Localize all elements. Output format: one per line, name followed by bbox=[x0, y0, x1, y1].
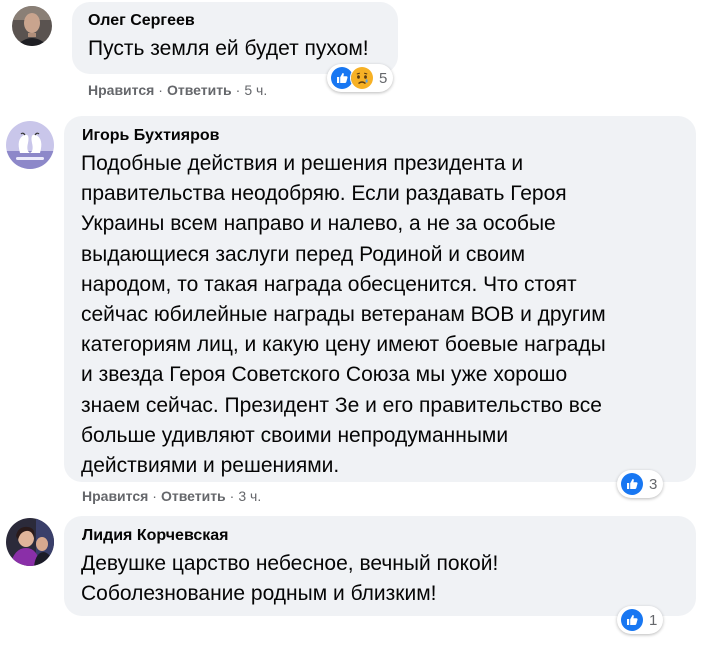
comment-text-line: народом, то такая награда обесценится. Ч… bbox=[81, 272, 577, 296]
comment-timestamp[interactable]: 3 ч. bbox=[238, 488, 261, 504]
reaction-count: 5 bbox=[379, 69, 388, 87]
separator-dot: · bbox=[152, 488, 157, 504]
like-button[interactable]: Нравится bbox=[88, 82, 154, 98]
comment-text-1: Пусть земля ей будет пухом! bbox=[88, 34, 369, 64]
comment-timestamp[interactable]: 5 ч. bbox=[244, 82, 267, 98]
avatar-oleg-photo bbox=[12, 6, 52, 46]
comment-author-2[interactable]: Игорь Бухтияров bbox=[82, 127, 219, 145]
reply-button[interactable]: Ответить bbox=[167, 82, 232, 98]
comment-text-line: знаем сейчас. Президент Зе и его правите… bbox=[81, 393, 602, 417]
comment-text-line: Соболезнование родным и близким! bbox=[81, 582, 437, 606]
comment-actions-2: Нравится · Ответить · 3 ч. bbox=[82, 488, 261, 504]
avatar-igor[interactable] bbox=[6, 121, 54, 169]
comment-text-line: больше удивляют своими непродуманными bbox=[81, 423, 509, 447]
sad-icon bbox=[350, 66, 374, 90]
reaction-summary-1[interactable]: 5 bbox=[327, 64, 394, 92]
comment-author-3[interactable]: Лидия Корчевская bbox=[82, 527, 229, 545]
comment-text-line: выдающиеся заслуги перед Родиной и своим bbox=[81, 242, 526, 266]
reaction-count: 3 bbox=[649, 475, 658, 493]
avatar-lidia[interactable] bbox=[6, 518, 54, 566]
comment-text-line: действиями и решениями. bbox=[81, 454, 340, 478]
comment-text-line: Девушке царство небесное, вечный покой! bbox=[81, 552, 499, 575]
comment-text-line: правительства неодобряю. Если раздавать … bbox=[81, 182, 567, 206]
avatar-lidia-photo bbox=[6, 518, 54, 566]
reaction-summary-2[interactable]: 3 bbox=[617, 470, 664, 498]
comment-text-3: Девушке царство небесное, вечный покой! … bbox=[81, 549, 498, 609]
separator-dot: · bbox=[229, 488, 235, 504]
comment-text-line: Украины всем направо и налево, а не за о… bbox=[81, 212, 556, 236]
reply-button[interactable]: Ответить bbox=[161, 488, 226, 504]
comment-text-2: Подобные действия и решения президента и… bbox=[81, 149, 606, 481]
like-button[interactable]: Нравится bbox=[82, 488, 148, 504]
like-icon bbox=[620, 608, 644, 632]
comment-author-1[interactable]: Олег Сергеев bbox=[88, 12, 195, 30]
comment-actions-1: Нравится · Ответить · 5 ч. bbox=[88, 82, 267, 98]
comment-text-line: Подобные действия и решения президента и bbox=[81, 152, 524, 175]
avatar-igor-photo bbox=[6, 121, 54, 169]
reaction-count: 1 bbox=[649, 611, 658, 629]
comment-text-line: Пусть земля ей будет пухом! bbox=[88, 37, 369, 60]
separator-dot: · bbox=[158, 82, 163, 98]
comment-text-line: категориям лиц, и какую цену имеют боевы… bbox=[81, 333, 606, 357]
avatar-oleg[interactable] bbox=[12, 6, 52, 46]
comment-text-line: и звезда Героя Советского Союза мы уже х… bbox=[81, 363, 568, 387]
like-icon bbox=[620, 472, 644, 496]
separator-dot: · bbox=[235, 82, 241, 98]
comment-text-line: сейчас юбилейные награды ветеранам ВОВ и… bbox=[81, 303, 606, 327]
reaction-summary-3[interactable]: 1 bbox=[617, 606, 664, 634]
